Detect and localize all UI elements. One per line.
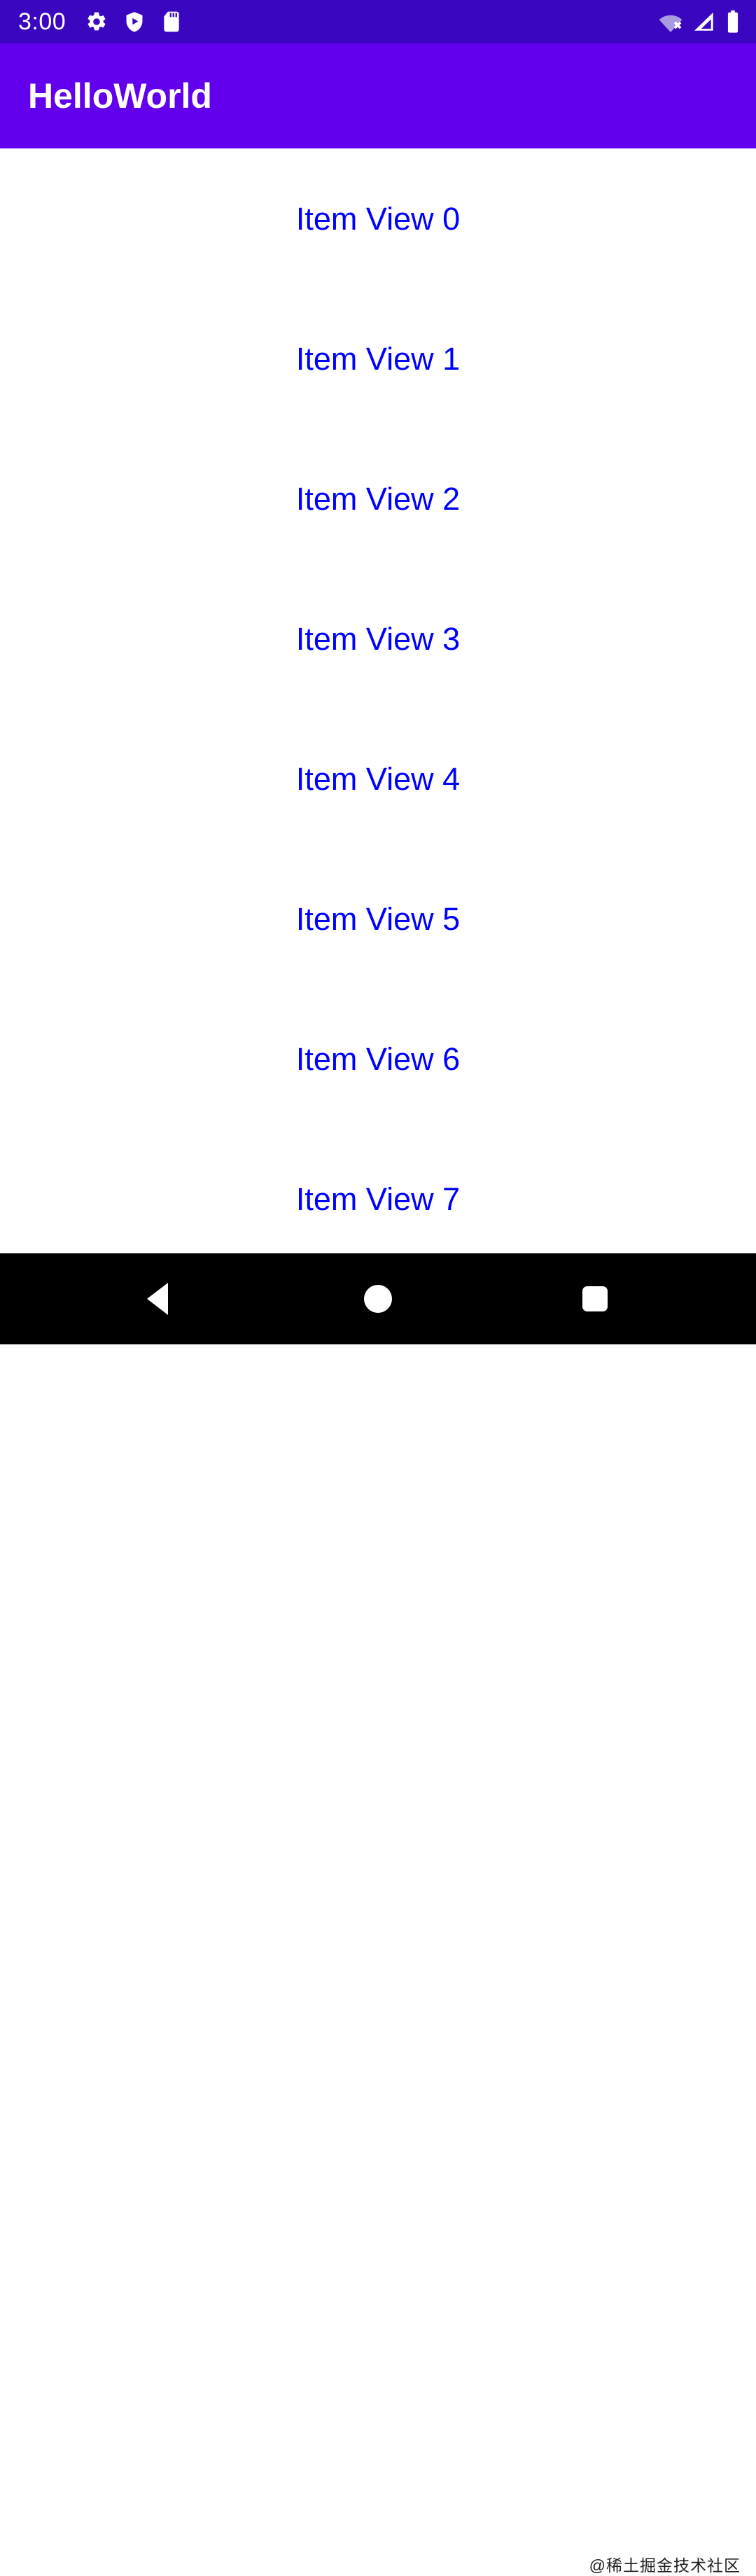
navigation-bar: @稀土掘金技术社区 <box>0 1253 756 2575</box>
list-item[interactable]: Item View 5 <box>0 849 756 989</box>
list-item-label: Item View 0 <box>295 200 461 237</box>
watermark-text: @稀土掘金技术社区 <box>589 2556 741 2575</box>
list-item-label: Item View 1 <box>295 340 461 377</box>
list-item-label: Item View 6 <box>295 1040 461 1077</box>
list-item[interactable]: Item View 4 <box>0 709 756 849</box>
status-bar-right-group <box>658 10 741 34</box>
rounded-square-icon <box>582 1286 608 1311</box>
triangle-left-icon <box>147 1283 168 1315</box>
battery-full-icon <box>725 10 741 34</box>
list-item[interactable]: Item View 7 <box>0 1129 756 1253</box>
list-item[interactable]: Item View 2 <box>0 429 756 569</box>
list-item[interactable]: Item View 3 <box>0 569 756 709</box>
list-item-label: Item View 3 <box>295 620 461 657</box>
status-bar-clock: 3:00 <box>18 8 66 35</box>
recents-button[interactable] <box>539 1253 651 1344</box>
list-item-label: Item View 5 <box>295 900 461 937</box>
back-button[interactable] <box>102 1253 214 1344</box>
list-item-label: Item View 2 <box>295 480 461 517</box>
list-item[interactable]: Item View 1 <box>0 288 756 429</box>
list-item-label: Item View 7 <box>295 1181 461 1217</box>
list-item-label: Item View 4 <box>295 760 461 797</box>
wifi-disconnected-icon <box>658 11 683 32</box>
play-protect-shield-icon <box>123 11 146 33</box>
list-item[interactable]: Item View 0 <box>0 148 756 288</box>
status-bar: 3:00 <box>0 0 756 43</box>
item-list[interactable]: Item View 0 Item View 1 Item View 2 Item… <box>0 148 756 1253</box>
settings-gear-icon <box>85 11 108 33</box>
page-title: HelloWorld <box>28 76 212 116</box>
status-bar-left-group: 3:00 <box>18 10 658 34</box>
home-button[interactable] <box>322 1253 434 1344</box>
cellular-signal-icon <box>693 11 715 32</box>
circle-icon <box>364 1285 392 1313</box>
app-bar: HelloWorld <box>0 43 756 148</box>
sd-card-icon <box>161 11 182 33</box>
list-item[interactable]: Item View 6 <box>0 989 756 1129</box>
